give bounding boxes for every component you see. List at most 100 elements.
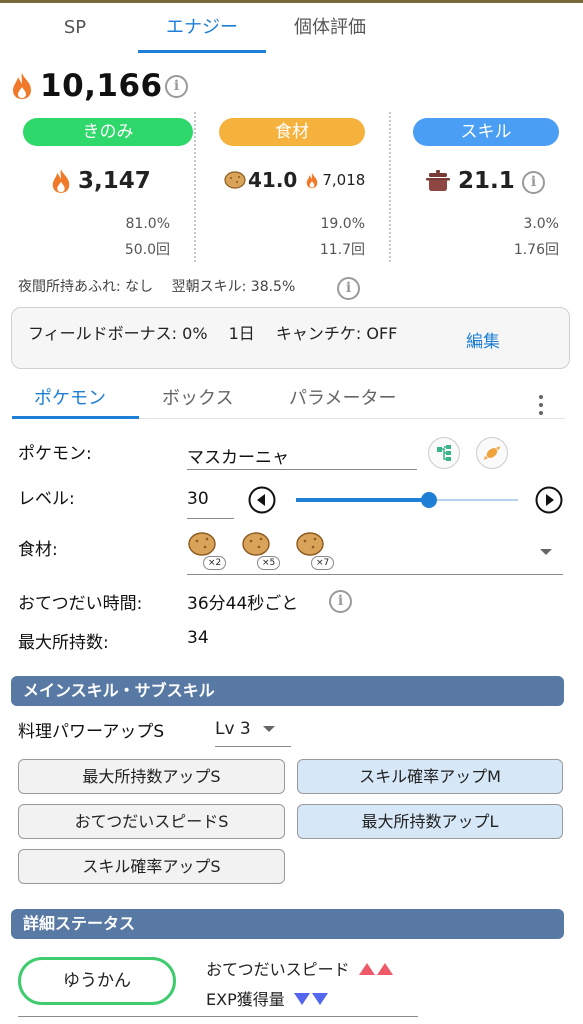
- skill-info-icon[interactable]: i: [522, 171, 545, 194]
- level-label: レベル:: [18, 489, 75, 509]
- berry-column: きのみ: [23, 118, 193, 146]
- divider: [389, 112, 391, 262]
- skill-level-select[interactable]: Lv 3: [215, 719, 276, 739]
- ingredient-slot: ×7: [295, 530, 335, 570]
- ingredient-energy-value: 7,018: [322, 171, 366, 189]
- potato-icon: [242, 532, 270, 556]
- slider-thumb[interactable]: [421, 492, 437, 508]
- notes-info-icon[interactable]: i: [337, 277, 360, 300]
- ingredient-count-value: 41.0: [248, 168, 298, 192]
- candy-button[interactable]: [476, 437, 508, 469]
- help-time-label: おてつだい時間:: [18, 594, 143, 614]
- ingredient-pill: 食材: [219, 118, 365, 146]
- subskill-button[interactable]: スキル確率アップM: [297, 759, 563, 794]
- tab-sp[interactable]: SP: [20, 3, 130, 53]
- nature-up-label: おてつだいスピード: [206, 960, 350, 979]
- subskill-button[interactable]: おてつだいスピードS: [18, 804, 285, 839]
- tab-indicator: [138, 50, 266, 53]
- ingredient-select[interactable]: ×2 ×5 ×7: [187, 530, 563, 575]
- ingredient-count-badge: ×7: [311, 556, 335, 570]
- edit-button[interactable]: 編集: [466, 327, 500, 352]
- morning-skill-text: 翌朝スキル: 38.5%: [171, 279, 296, 295]
- ingredient-slot: ×5: [241, 530, 281, 570]
- subskill-button[interactable]: スキル確率アップS: [18, 849, 285, 884]
- night-overflow-note: 夜間所持あふれ: なし 翌朝スキル: 38.5%: [18, 276, 295, 296]
- berry-percent: 81.0%: [125, 216, 170, 232]
- ingredient-energy: 41.0 7,018: [224, 168, 365, 192]
- berry-times: 50.0回: [124, 242, 170, 258]
- subskill-button[interactable]: 最大所持数アップL: [297, 804, 563, 839]
- tab-pokemon[interactable]: ポケモン: [34, 381, 106, 417]
- ingredient-percent: 19.0%: [320, 216, 365, 232]
- ingredient-times: 11.7回: [319, 242, 365, 258]
- sub-tab-bar: ポケモン ボックス パラメーター: [0, 381, 583, 421]
- help-time-value: 36分44秒ごと: [187, 594, 299, 614]
- energy-flame-icon: [52, 169, 70, 193]
- ingredient-label: 食材:: [18, 540, 58, 560]
- field-bonus-box[interactable]: フィールドボーナス: 0% 1日 キャンチケ: OFF 編集: [11, 307, 570, 369]
- main-skill-name[interactable]: 料理パワーアップS: [18, 717, 164, 742]
- main-skill-section-header: メインスキル・サブスキル: [11, 676, 564, 706]
- ingredient-column: 食材: [219, 118, 365, 146]
- divider: [194, 112, 196, 262]
- skill-pill: スキル: [413, 118, 559, 146]
- pokemon-label: ポケモン:: [18, 444, 92, 464]
- skill-times: 1.76回: [513, 242, 559, 258]
- subskill-button[interactable]: 最大所持数アップS: [18, 759, 285, 794]
- slider-fill: [296, 498, 429, 502]
- skill-count: 21.1: [425, 168, 515, 194]
- potato-icon: [188, 532, 216, 556]
- nature-up-stat: おてつだいスピード: [206, 956, 393, 980]
- help-time-info-icon[interactable]: i: [329, 590, 352, 613]
- detail-underline: [18, 1016, 418, 1017]
- energy-flame-icon: [307, 172, 318, 188]
- pokemon-field-underline: [187, 469, 417, 470]
- total-info-icon[interactable]: i: [165, 75, 188, 98]
- chevron-down-icon: [263, 726, 276, 732]
- up-arrows-icon: [358, 963, 393, 975]
- tab-energy[interactable]: エナジー: [138, 3, 266, 53]
- skill-column: スキル: [413, 118, 559, 146]
- skill-level-underline: [215, 746, 291, 747]
- field-bonus-text: フィールドボーナス: 0% 1日 キャンチケ: OFF: [28, 324, 398, 343]
- potato-icon: [296, 532, 324, 556]
- max-carry-label: 最大所持数:: [18, 633, 109, 653]
- tab-indicator: [12, 416, 139, 419]
- ingredient-count-badge: ×5: [257, 556, 281, 570]
- potato-icon: [224, 171, 246, 189]
- ingredient-count-badge: ×2: [203, 556, 227, 570]
- berry-energy-value: 3,147: [78, 168, 151, 194]
- pot-icon: [426, 170, 450, 191]
- level-decrease-icon[interactable]: [248, 486, 276, 514]
- nature-button[interactable]: ゆうかん: [18, 957, 176, 1005]
- level-value[interactable]: 30: [187, 489, 209, 509]
- down-arrows-icon: [293, 993, 328, 1005]
- berry-pill: きのみ: [23, 118, 193, 146]
- detail-section-header: 詳細ステータス: [11, 909, 564, 939]
- ingredient-field-underline: [187, 574, 563, 575]
- tab-box[interactable]: ボックス: [162, 381, 233, 417]
- nature-down-stat: EXP獲得量: [206, 986, 328, 1010]
- energy-flame-icon: [13, 73, 31, 99]
- night-overflow-text: 夜間所持あふれ: なし: [18, 279, 154, 295]
- tab-individual[interactable]: 個体評価: [270, 3, 390, 53]
- pokemon-value[interactable]: マスカーニャ: [187, 443, 289, 468]
- candy-icon: [484, 446, 500, 460]
- level-increase-icon[interactable]: [535, 486, 563, 514]
- level-slider[interactable]: [296, 486, 518, 514]
- max-carry-value: 34: [187, 628, 209, 648]
- more-menu-icon[interactable]: [539, 395, 545, 419]
- berry-energy: 3,147: [50, 168, 151, 194]
- tab-parameters[interactable]: パラメーター: [289, 381, 396, 417]
- chevron-down-icon: [540, 549, 552, 555]
- skill-level-value: Lv 3: [215, 719, 251, 739]
- top-tab-bar: SP エナジー 個体評価: [0, 3, 583, 55]
- nature-down-label: EXP獲得量: [206, 990, 285, 1009]
- skill-count-value: 21.1: [458, 168, 515, 194]
- ingredient-slot: ×2: [187, 530, 227, 570]
- total-energy-value: 10,166: [40, 68, 163, 104]
- evolution-button[interactable]: [428, 437, 460, 469]
- tree-icon: [437, 445, 451, 461]
- level-field-underline: [187, 518, 234, 519]
- total-energy: 10,166: [10, 66, 163, 106]
